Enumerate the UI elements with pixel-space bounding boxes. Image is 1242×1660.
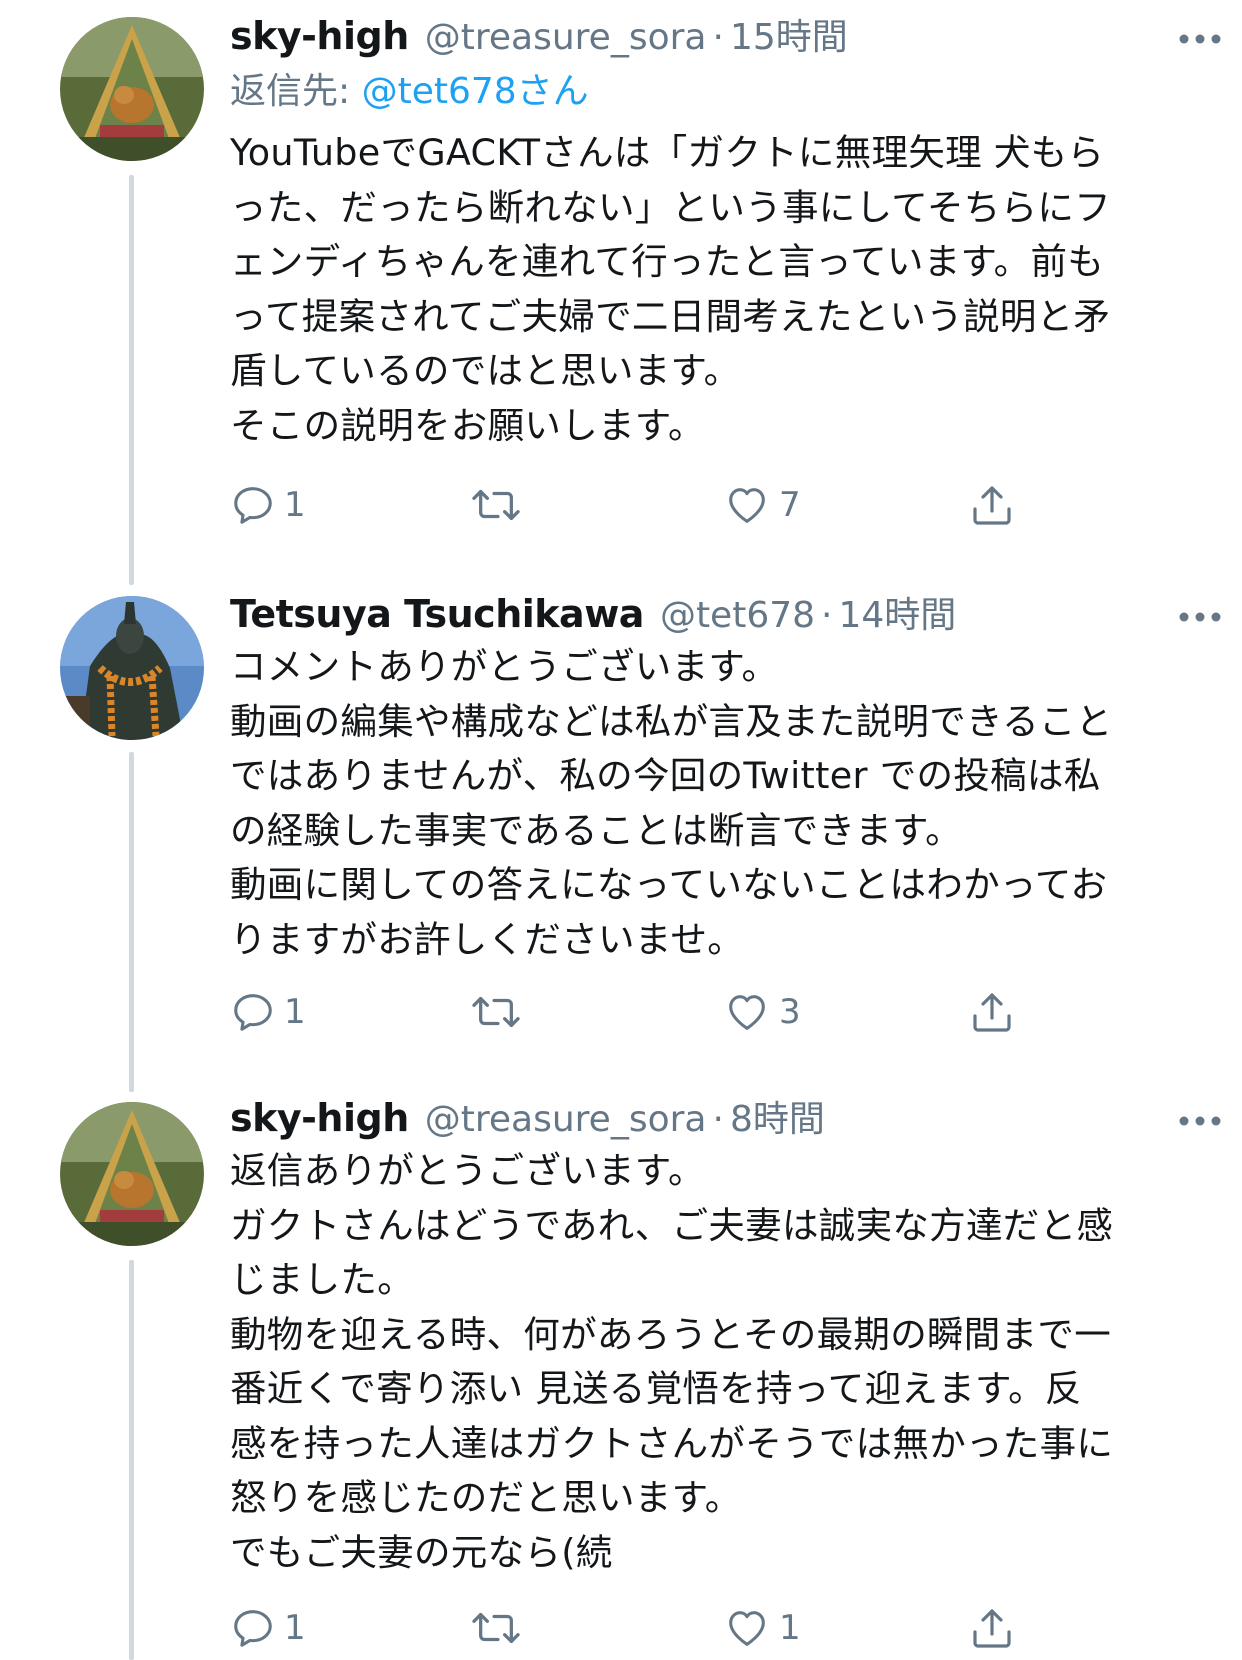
user-handle[interactable]: @treasure_sora: [425, 1092, 707, 1148]
tweet-actions: 1 7: [230, 475, 1180, 535]
tweet-text: コメントありがとうございます。 動画の編集や構成などは私が言及また説明できること…: [230, 645, 1113, 961]
more-options-icon[interactable]: [1178, 1112, 1222, 1126]
like-count: 7: [779, 485, 801, 525]
timestamp[interactable]: 15時間: [730, 10, 848, 66]
reply-count: 1: [284, 485, 306, 525]
heart-icon: [729, 995, 765, 1030]
retweet-button[interactable]: [470, 1598, 530, 1658]
more-options-icon[interactable]: [1178, 608, 1222, 622]
heart-icon: [729, 1611, 765, 1646]
tweet[interactable]: Tetsuya Tsuchikawa @tet678 · 14時間 コメントあり…: [0, 580, 1242, 1092]
timestamp[interactable]: 14時間: [838, 588, 956, 644]
share-icon: [973, 993, 1011, 1032]
thread-line: [129, 175, 134, 585]
dog-avatar-icon: [60, 17, 204, 161]
dog-avatar-icon: [60, 1102, 204, 1246]
reply-icon: [234, 1610, 272, 1647]
separator-dot: ·: [712, 17, 724, 58]
more-options-icon[interactable]: [1178, 30, 1222, 44]
display-name[interactable]: sky-high: [230, 8, 409, 64]
tweet-content: sky-high @treasure_sora · 8時間 返信ありがとうござい…: [230, 1090, 1180, 1580]
retweet-icon: [472, 489, 520, 521]
retweet-icon: [472, 1612, 520, 1644]
timestamp[interactable]: 8時間: [730, 1092, 825, 1148]
user-handle[interactable]: @treasure_sora: [425, 10, 707, 66]
avatar[interactable]: [60, 596, 204, 740]
tweet[interactable]: sky-high @treasure_sora · 15時間 返信先: @tet…: [0, 0, 1242, 585]
user-handle[interactable]: @tet678: [660, 588, 815, 644]
share-icon: [973, 1609, 1011, 1648]
tweet[interactable]: sky-high @treasure_sora · 8時間 返信ありがとうござい…: [0, 1090, 1242, 1660]
tweet-content: Tetsuya Tsuchikawa @tet678 · 14時間 コメントあり…: [230, 586, 1180, 967]
reply-button[interactable]: 1: [230, 1598, 306, 1658]
like-count: 3: [779, 992, 801, 1032]
separator-dot: ·: [712, 1099, 724, 1140]
avatar[interactable]: [60, 17, 204, 161]
separator-dot: ·: [821, 595, 833, 636]
tweet-actions: 1 3: [230, 982, 1180, 1042]
reply-count: 1: [284, 992, 306, 1032]
avatar[interactable]: [60, 1102, 204, 1246]
tweet-text: 返信ありがとうございます。 ガクトさんはどうであれ、ご夫妻は誠実な方達だと感 じ…: [230, 1149, 1114, 1574]
tweet-actions: 1 1: [230, 1598, 1180, 1658]
like-button[interactable]: 7: [723, 475, 801, 535]
tweet-header: sky-high @treasure_sora · 8時間: [230, 1090, 1180, 1146]
heart-icon: [729, 488, 765, 523]
share-button[interactable]: [968, 982, 1016, 1042]
reply-button[interactable]: 1: [230, 475, 306, 535]
like-count: 1: [779, 1608, 801, 1648]
tweet-header: sky-high @treasure_sora · 15時間: [230, 8, 1180, 64]
display-name[interactable]: sky-high: [230, 1090, 409, 1146]
thread-line: [129, 1260, 134, 1660]
tweet-header: Tetsuya Tsuchikawa @tet678 · 14時間: [230, 586, 1180, 642]
tweet-thread: sky-high @treasure_sora · 15時間 返信先: @tet…: [0, 0, 1242, 1660]
share-icon: [973, 486, 1011, 525]
share-button[interactable]: [968, 475, 1016, 535]
reply-icon: [234, 994, 272, 1031]
tweet-content: sky-high @treasure_sora · 15時間 返信先: @tet…: [230, 8, 1180, 453]
reply-button[interactable]: 1: [230, 982, 306, 1042]
like-button[interactable]: 1: [723, 1598, 801, 1658]
like-button[interactable]: 3: [723, 982, 801, 1042]
share-button[interactable]: [968, 1598, 1016, 1658]
retweet-button[interactable]: [470, 475, 530, 535]
display-name[interactable]: Tetsuya Tsuchikawa: [230, 586, 644, 642]
retweet-icon: [472, 996, 520, 1028]
reply-to-label: 返信先:: [230, 71, 362, 112]
reply-count: 1: [284, 1608, 306, 1648]
thread-line: [129, 752, 134, 1092]
statue-avatar-icon: [60, 596, 204, 740]
retweet-button[interactable]: [470, 982, 530, 1042]
tweet-text: YouTubeでGACKTさんは「ガクトに無理矢理 犬もら った、だったら断れな…: [230, 131, 1112, 447]
reply-mention-link[interactable]: @tet678さん: [362, 71, 589, 112]
reply-to-line: 返信先: @tet678さん: [230, 64, 1180, 120]
reply-icon: [234, 487, 272, 524]
